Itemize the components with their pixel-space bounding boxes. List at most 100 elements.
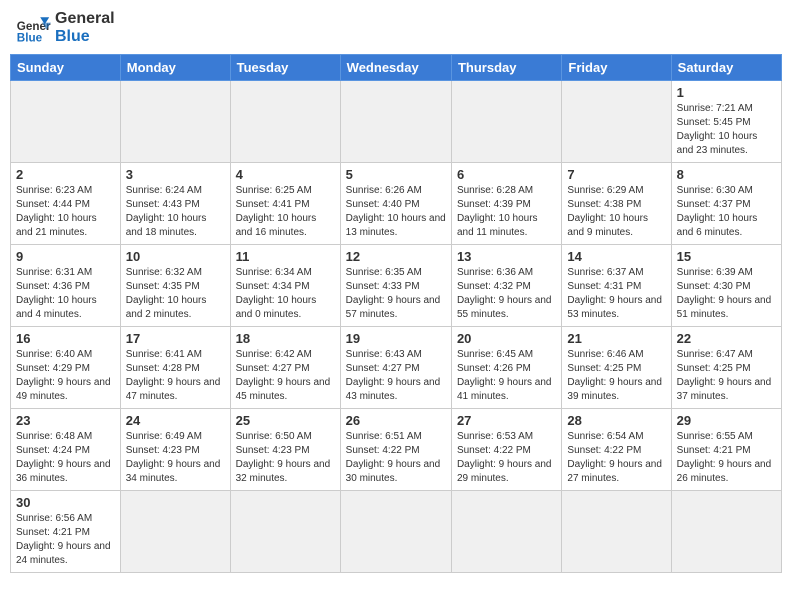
day-info: Sunrise: 6:46 AM Sunset: 4:25 PM Dayligh… <box>567 348 665 404</box>
day-info: Sunrise: 6:24 AM Sunset: 4:43 PM Dayligh… <box>126 184 225 240</box>
calendar-day-cell: 25Sunrise: 6:50 AM Sunset: 4:23 PM Dayli… <box>230 409 340 491</box>
calendar-day-cell <box>451 81 561 163</box>
calendar-day-cell <box>120 81 230 163</box>
calendar-header-wednesday: Wednesday <box>340 55 451 81</box>
day-info: Sunrise: 6:42 AM Sunset: 4:27 PM Dayligh… <box>236 348 335 404</box>
day-info: Sunrise: 6:28 AM Sunset: 4:39 PM Dayligh… <box>457 184 556 240</box>
day-info: Sunrise: 6:37 AM Sunset: 4:31 PM Dayligh… <box>567 266 665 322</box>
day-number: 30 <box>16 495 115 510</box>
calendar-day-cell: 27 Sunrise: 6:53 AM Sunset: 4:22 PM Dayli… <box>451 409 561 491</box>
day-info: Sunrise: 6:53 AM Sunset: 4:22 PM Dayligh… <box>457 430 556 486</box>
calendar-day-cell <box>562 491 671 573</box>
calendar-day-cell <box>340 81 451 163</box>
calendar-day-cell: 30 Sunrise: 6:56 AM Sunset: 4:21 PM Dayli… <box>11 491 121 573</box>
calendar-day-cell: 10 Sunrise: 6:32 AM Sunset: 4:35 PM Dayli… <box>120 245 230 327</box>
calendar-header-saturday: Saturday <box>671 55 781 81</box>
calendar-header-friday: Friday <box>562 55 671 81</box>
day-number: 1 <box>677 85 776 100</box>
day-info: Sunrise: 6:51 AM Sunset: 4:22 PM Dayligh… <box>346 430 446 486</box>
calendar-week-row: 23 Sunrise: 6:48 AM Sunset: 4:24 PM Dayli… <box>11 409 782 491</box>
day-info: Sunrise: 6:47 AM Sunset: 4:25 PM Dayligh… <box>677 348 776 404</box>
calendar-week-row: 1 Sunrise: 7:21 AM Sunset: 5:45 PM Daylig… <box>11 81 782 163</box>
calendar-header-tuesday: Tuesday <box>230 55 340 81</box>
day-info: Sunrise: 6:54 AM Sunset: 4:22 PM Dayligh… <box>567 430 665 486</box>
day-number: 19 <box>346 331 446 346</box>
calendar-day-cell: 17Sunrise: 6:41 AM Sunset: 4:28 PM Dayli… <box>120 327 230 409</box>
calendar-day-cell: 29Sunrise: 6:55 AM Sunset: 4:21 PM Dayli… <box>671 409 781 491</box>
day-info: Sunrise: 6:39 AM Sunset: 4:30 PM Dayligh… <box>677 266 776 322</box>
day-number: 10 <box>126 249 225 264</box>
calendar-week-row: 2Sunrise: 6:23 AM Sunset: 4:44 PM Daylig… <box>11 163 782 245</box>
page-header: General Blue General Blue <box>10 10 782 46</box>
day-info: Sunrise: 6:56 AM Sunset: 4:21 PM Dayligh… <box>16 512 115 568</box>
calendar-header-monday: Monday <box>120 55 230 81</box>
calendar-day-cell <box>340 491 451 573</box>
day-number: 25 <box>236 413 335 428</box>
calendar-day-cell: 9Sunrise: 6:31 AM Sunset: 4:36 PM Daylig… <box>11 245 121 327</box>
calendar-day-cell: 7 Sunrise: 6:29 AM Sunset: 4:38 PM Daylig… <box>562 163 671 245</box>
logo-icon: General Blue <box>15 10 51 46</box>
day-number: 14 <box>567 249 665 264</box>
day-number: 6 <box>457 167 556 182</box>
calendar-day-cell <box>11 81 121 163</box>
svg-text:Blue: Blue <box>17 32 43 45</box>
calendar-day-cell: 3Sunrise: 6:24 AM Sunset: 4:43 PM Daylig… <box>120 163 230 245</box>
calendar-week-row: 9Sunrise: 6:31 AM Sunset: 4:36 PM Daylig… <box>11 245 782 327</box>
day-number: 27 <box>457 413 556 428</box>
calendar-day-cell: 16 Sunrise: 6:40 AM Sunset: 4:29 PM Dayli… <box>11 327 121 409</box>
day-number: 22 <box>677 331 776 346</box>
day-number: 7 <box>567 167 665 182</box>
calendar-day-cell: 6 Sunrise: 6:28 AM Sunset: 4:39 PM Daylig… <box>451 163 561 245</box>
calendar-day-cell <box>451 491 561 573</box>
day-number: 2 <box>16 167 115 182</box>
calendar-day-cell: 28Sunrise: 6:54 AM Sunset: 4:22 PM Dayli… <box>562 409 671 491</box>
day-info: Sunrise: 6:41 AM Sunset: 4:28 PM Dayligh… <box>126 348 225 404</box>
day-info: Sunrise: 6:25 AM Sunset: 4:41 PM Dayligh… <box>236 184 335 240</box>
calendar-day-cell: 5 Sunrise: 6:26 AM Sunset: 4:40 PM Daylig… <box>340 163 451 245</box>
calendar-day-cell <box>562 81 671 163</box>
calendar-table: SundayMondayTuesdayWednesdayThursdayFrid… <box>10 54 782 573</box>
day-number: 5 <box>346 167 446 182</box>
calendar-header-thursday: Thursday <box>451 55 561 81</box>
calendar-week-row: 16 Sunrise: 6:40 AM Sunset: 4:29 PM Dayli… <box>11 327 782 409</box>
calendar-day-cell <box>120 491 230 573</box>
calendar-day-cell <box>230 491 340 573</box>
day-info: Sunrise: 6:48 AM Sunset: 4:24 PM Dayligh… <box>16 430 115 486</box>
day-info: Sunrise: 6:34 AM Sunset: 4:34 PM Dayligh… <box>236 266 335 322</box>
day-number: 12 <box>346 249 446 264</box>
calendar-day-cell <box>671 491 781 573</box>
day-number: 15 <box>677 249 776 264</box>
day-number: 23 <box>16 413 115 428</box>
calendar-day-cell: 13 Sunrise: 6:36 AM Sunset: 4:32 PM Dayli… <box>451 245 561 327</box>
day-info: Sunrise: 6:26 AM Sunset: 4:40 PM Dayligh… <box>346 184 446 240</box>
day-info: Sunrise: 6:36 AM Sunset: 4:32 PM Dayligh… <box>457 266 556 322</box>
day-info: Sunrise: 6:40 AM Sunset: 4:29 PM Dayligh… <box>16 348 115 404</box>
calendar-day-cell: 14 Sunrise: 6:37 AM Sunset: 4:31 PM Dayli… <box>562 245 671 327</box>
day-number: 16 <box>16 331 115 346</box>
calendar-day-cell <box>230 81 340 163</box>
day-number: 9 <box>16 249 115 264</box>
day-number: 21 <box>567 331 665 346</box>
calendar-day-cell: 18Sunrise: 6:42 AM Sunset: 4:27 PM Dayli… <box>230 327 340 409</box>
calendar-day-cell: 22 Sunrise: 6:47 AM Sunset: 4:25 PM Dayli… <box>671 327 781 409</box>
day-info: Sunrise: 6:30 AM Sunset: 4:37 PM Dayligh… <box>677 184 776 240</box>
calendar-day-cell: 8Sunrise: 6:30 AM Sunset: 4:37 PM Daylig… <box>671 163 781 245</box>
day-info: Sunrise: 6:32 AM Sunset: 4:35 PM Dayligh… <box>126 266 225 322</box>
day-info: Sunrise: 7:21 AM Sunset: 5:45 PM Dayligh… <box>677 102 776 158</box>
calendar-day-cell: 26 Sunrise: 6:51 AM Sunset: 4:22 PM Dayli… <box>340 409 451 491</box>
calendar-header-row: SundayMondayTuesdayWednesdayThursdayFrid… <box>11 55 782 81</box>
day-number: 13 <box>457 249 556 264</box>
calendar-day-cell: 24Sunrise: 6:49 AM Sunset: 4:23 PM Dayli… <box>120 409 230 491</box>
day-number: 24 <box>126 413 225 428</box>
calendar-day-cell: 1 Sunrise: 7:21 AM Sunset: 5:45 PM Daylig… <box>671 81 781 163</box>
day-info: Sunrise: 6:55 AM Sunset: 4:21 PM Dayligh… <box>677 430 776 486</box>
calendar-day-cell: 4Sunrise: 6:25 AM Sunset: 4:41 PM Daylig… <box>230 163 340 245</box>
calendar-day-cell: 19 Sunrise: 6:43 AM Sunset: 4:27 PM Dayli… <box>340 327 451 409</box>
calendar-day-cell: 11 Sunrise: 6:34 AM Sunset: 4:34 PM Dayli… <box>230 245 340 327</box>
day-number: 26 <box>346 413 446 428</box>
day-info: Sunrise: 6:35 AM Sunset: 4:33 PM Dayligh… <box>346 266 446 322</box>
day-number: 11 <box>236 249 335 264</box>
calendar-week-row: 30 Sunrise: 6:56 AM Sunset: 4:21 PM Dayli… <box>11 491 782 573</box>
day-info: Sunrise: 6:43 AM Sunset: 4:27 PM Dayligh… <box>346 348 446 404</box>
day-info: Sunrise: 6:29 AM Sunset: 4:38 PM Dayligh… <box>567 184 665 240</box>
